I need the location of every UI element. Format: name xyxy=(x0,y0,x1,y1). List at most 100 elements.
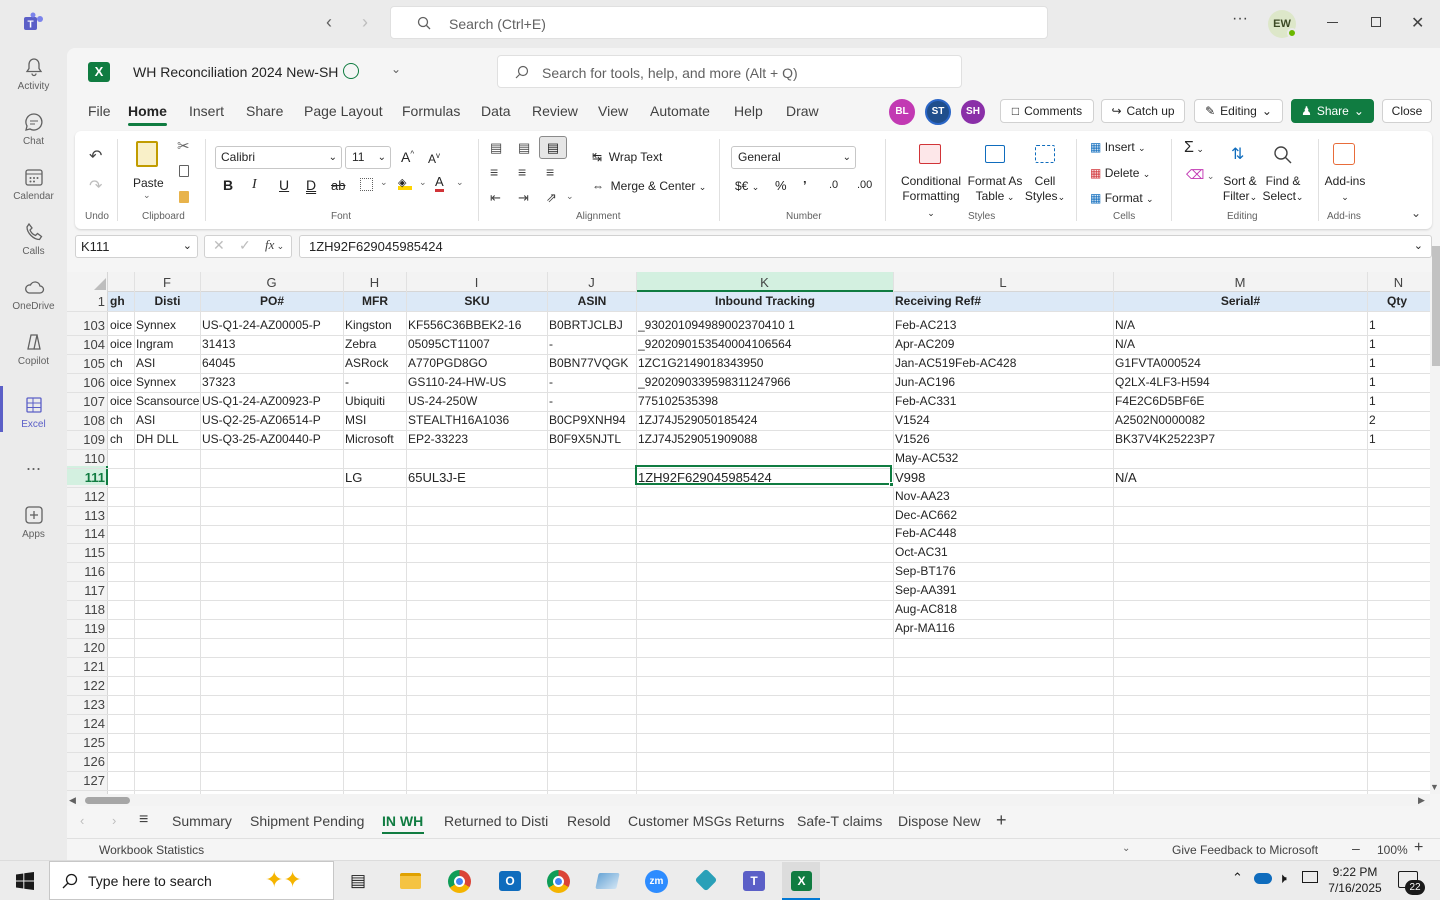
chevron-down-icon[interactable]: ⌄ xyxy=(456,177,464,188)
table-cell[interactable]: 31413 xyxy=(202,335,342,354)
increase-font-icon[interactable]: A^ xyxy=(401,149,414,165)
table-cell[interactable]: Aug-AC818 xyxy=(895,600,1112,619)
table-cell[interactable]: - xyxy=(549,392,635,411)
table-cell[interactable]: ASI xyxy=(136,411,199,430)
onedrive-tray-icon[interactable] xyxy=(1254,873,1272,884)
volume-muted-icon[interactable]: 🕨 xyxy=(1278,870,1287,887)
table-cell[interactable]: ch xyxy=(110,430,133,449)
tab-help[interactable]: Help xyxy=(734,103,763,119)
rail-calls[interactable]: Calls xyxy=(0,221,67,257)
show-hidden-icons-chevron-icon[interactable]: ⌃ xyxy=(1232,870,1243,886)
table-cell[interactable]: Dec-AC662 xyxy=(895,506,1112,525)
table-cell[interactable]: Sep-AA391 xyxy=(895,581,1112,600)
row-header[interactable]: 126 xyxy=(67,752,108,771)
table-cell[interactable]: 2 xyxy=(1369,411,1429,430)
share-button[interactable]: ♟ Share ⌄ xyxy=(1291,99,1374,123)
row-header[interactable]: 105 xyxy=(67,354,108,373)
scroll-left-arrow-icon[interactable]: ◀ xyxy=(69,795,76,806)
table-header-cell[interactable]: Receiving Ref# xyxy=(895,292,1112,311)
table-cell[interactable]: Oct-AC31 xyxy=(895,543,1112,562)
table-cell[interactable]: BK37V4K25223P7 xyxy=(1115,430,1366,449)
table-cell[interactable]: 1 xyxy=(1369,316,1429,335)
table-cell[interactable]: V1524 xyxy=(895,411,1112,430)
sort-filter-button[interactable]: Sort & Filter⌄ xyxy=(1221,174,1259,205)
table-cell[interactable]: N/A xyxy=(1115,468,1366,487)
table-cell[interactable]: 05095CT11007 xyxy=(408,335,546,354)
table-cell[interactable]: Jan-AC519Feb-AC428 xyxy=(895,354,1112,373)
mobile-app-icon[interactable] xyxy=(588,862,626,900)
wrap-text-button[interactable]: ↹ Wrap Text xyxy=(592,150,662,164)
format-cells-button[interactable]: ▦ Format ⌄ xyxy=(1090,191,1154,205)
align-middle-icon[interactable]: ▤ xyxy=(518,140,530,156)
row-header[interactable]: 110 xyxy=(67,449,108,468)
fill-color-icon[interactable]: ◈ xyxy=(398,176,412,190)
teams-search-box[interactable]: Search (Ctrl+E) xyxy=(390,6,1048,39)
table-header-cell[interactable]: ASIN xyxy=(549,292,635,311)
table-cell[interactable]: _930201094989002370410 1 xyxy=(638,316,892,335)
tab-review[interactable]: Review xyxy=(532,103,578,119)
table-cell[interactable]: Microsoft xyxy=(345,430,405,449)
table-header-cell[interactable]: gh xyxy=(110,292,133,311)
copy-icon[interactable] xyxy=(179,165,189,177)
close-window-icon[interactable]: ✕ xyxy=(1411,13,1424,33)
currency-icon[interactable]: $€ ⌄ xyxy=(735,179,759,193)
chevron-down-icon[interactable]: ⌄ xyxy=(380,177,388,188)
table-cell[interactable]: 1 xyxy=(1369,354,1429,373)
cut-icon[interactable]: ✂ xyxy=(177,137,190,155)
table-cell[interactable]: B0CP9XNH94 xyxy=(549,411,635,430)
table-header-cell[interactable]: Serial# xyxy=(1115,292,1366,311)
cancel-entry-icon[interactable]: ✕ xyxy=(213,237,225,254)
rail-activity[interactable]: Activity xyxy=(0,56,67,92)
table-cell[interactable]: ASRock xyxy=(345,354,405,373)
excel-taskbar-icon[interactable]: X xyxy=(782,862,820,900)
row-header[interactable]: 104 xyxy=(67,335,108,354)
column-header[interactable]: F xyxy=(134,273,200,292)
table-cell[interactable]: ASI xyxy=(136,354,199,373)
sheet-tab-resold[interactable]: Resold xyxy=(567,813,611,829)
column-header[interactable]: N xyxy=(1367,273,1430,292)
sheet-tab-safe-t[interactable]: Safe-T claims xyxy=(797,813,882,829)
row-header[interactable]: 103 xyxy=(67,316,108,335)
minimize-icon[interactable] xyxy=(1327,22,1338,23)
back-arrow-icon[interactable]: ‹ xyxy=(326,12,332,33)
table-cell[interactable]: 1 xyxy=(1369,392,1429,411)
table-cell[interactable]: V1526 xyxy=(895,430,1112,449)
table-cell[interactable]: MSI xyxy=(345,411,405,430)
align-left-icon[interactable]: ≡ xyxy=(490,164,498,180)
decrease-decimal-icon[interactable]: .00 xyxy=(857,179,872,191)
windows-start-icon[interactable] xyxy=(16,872,34,890)
table-cell[interactable]: _9202090153540004106564 xyxy=(638,335,892,354)
row-header[interactable]: 119 xyxy=(67,619,108,638)
table-header-cell[interactable]: Inbound Tracking xyxy=(638,292,892,311)
decrease-font-icon[interactable]: Av xyxy=(428,151,440,166)
row-header[interactable]: 127 xyxy=(67,771,108,790)
column-header[interactable]: H xyxy=(343,273,406,292)
number-format-select[interactable]: General ⌄ xyxy=(731,146,856,169)
add-ins-button[interactable]: Add-ins ⌄ xyxy=(1321,174,1369,205)
table-cell[interactable]: N/A xyxy=(1115,335,1366,354)
fill-handle[interactable] xyxy=(889,482,894,487)
rail-more-icon[interactable]: ... xyxy=(0,454,67,475)
tab-page-layout[interactable]: Page Layout xyxy=(304,103,383,119)
editing-mode-button[interactable]: ✎ Editing ⌄ xyxy=(1194,99,1283,123)
chrome-icon[interactable] xyxy=(440,862,478,900)
table-cell[interactable]: DH DLL xyxy=(136,430,199,449)
horizontal-scrollbar[interactable] xyxy=(67,794,1430,806)
table-cell[interactable]: Ubiquiti xyxy=(345,392,405,411)
table-cell[interactable]: EP2-33223 xyxy=(408,430,546,449)
scroll-right-arrow-icon[interactable]: ▶ xyxy=(1418,795,1425,806)
table-header-cell[interactable]: MFR xyxy=(345,292,405,311)
row-header[interactable]: 106 xyxy=(67,373,108,392)
zoom-out-icon[interactable]: – xyxy=(1352,840,1360,856)
maximize-icon[interactable] xyxy=(1371,17,1381,27)
row-header[interactable]: 116 xyxy=(67,562,108,581)
forward-arrow-icon[interactable]: › xyxy=(362,12,368,33)
find-select-button[interactable]: Find & Select⌄ xyxy=(1261,174,1305,205)
sheet-tab-shipment-pending[interactable]: Shipment Pending xyxy=(250,813,364,829)
delete-cells-button[interactable]: ▦ Delete ⌄ xyxy=(1090,166,1150,180)
sheet-tab-in-wh[interactable]: IN WH xyxy=(382,813,423,829)
title-chevron-down-icon[interactable]: ⌄ xyxy=(391,62,401,76)
tab-automate[interactable]: Automate xyxy=(650,103,710,119)
align-right-icon[interactable]: ≡ xyxy=(546,164,554,180)
chevron-down-icon[interactable]: ⌄ xyxy=(419,177,427,188)
